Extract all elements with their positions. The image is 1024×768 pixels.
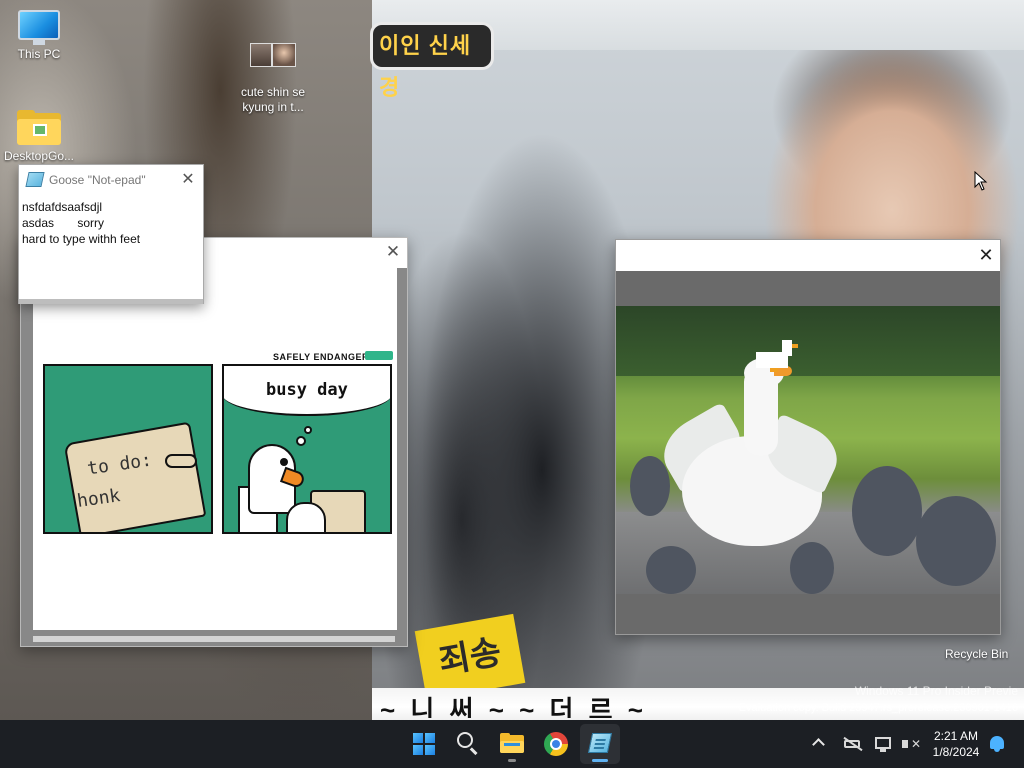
thought-bubble-dot — [304, 426, 312, 434]
clock-time: 2:21 AM — [933, 729, 979, 743]
notification-bell-icon[interactable] — [987, 734, 1007, 754]
pigeon — [790, 542, 834, 594]
wallpaper-subtitle-text: ~ 니 써 ~ ~ 더 르 ~ — [380, 695, 647, 718]
notepad-button[interactable] — [580, 724, 620, 764]
recycle-bin-label[interactable]: Recycle Bin — [945, 647, 1008, 661]
window-titlebar[interactable]: Goose "Not-epad" — [19, 165, 203, 195]
display-icon[interactable] — [874, 734, 894, 754]
windows-logo-icon — [413, 733, 435, 755]
desktop-icon-this-pc[interactable]: This PC — [0, 10, 78, 62]
image-thumbnail-icon — [250, 43, 296, 67]
running-indicator — [508, 759, 516, 762]
thought-text: busy day — [266, 380, 348, 400]
pigeon — [646, 546, 696, 594]
watermark-line-1: Windows 11 Pro Insider Previe — [854, 684, 1018, 698]
goose-photo-window[interactable]: ✕ — [615, 239, 1001, 635]
goose-notepad-window[interactable]: Goose "Not-epad" ✕ nsfdafdsaafsdjl asdas… — [18, 164, 204, 304]
close-icon[interactable]: ✕ — [178, 170, 198, 190]
notepad-line: hard to type withh feet — [22, 232, 141, 246]
notepad-text-area[interactable]: nsfdafdsaafsdjl asdas sorry hard to type… — [22, 199, 200, 247]
pigeon — [916, 496, 996, 586]
close-icon[interactable]: ✕ — [976, 245, 996, 265]
start-button[interactable] — [404, 724, 444, 764]
goose-eye — [280, 458, 288, 466]
thought-bubble-dot — [296, 436, 306, 446]
notepad-icon — [587, 733, 613, 753]
search-icon — [457, 732, 473, 748]
notepad-line: nsfdafdsaafsdjl — [22, 200, 103, 214]
goose-wing — [286, 502, 326, 532]
desktop-icon-label: cute shin se kyung in t... — [240, 85, 306, 114]
window-titlebar[interactable] — [616, 240, 1000, 271]
scroll-curl — [165, 454, 197, 468]
clock-date: 1/8/2024 — [932, 745, 980, 759]
folder-icon — [17, 110, 61, 146]
search-button[interactable] — [448, 724, 488, 764]
todo-scroll — [63, 421, 207, 532]
volume-muted-icon[interactable]: ✕ — [900, 734, 921, 754]
chrome-icon — [544, 732, 568, 756]
network-disconnected-icon[interactable] — [842, 734, 863, 754]
watermark-line-2: Evaluation copy. Build 25947.rs_prerelea… — [738, 702, 1018, 714]
goose-photo — [616, 306, 1000, 594]
comic-panel-1: to do: honk — [43, 364, 213, 534]
pigeon — [630, 456, 670, 516]
taskbar: ✕ 2:21 AM 1/8/2024 — [0, 720, 1024, 768]
pigeon — [852, 466, 922, 556]
monitor-icon — [18, 10, 60, 45]
desktop-icon-label: This PC — [17, 47, 61, 61]
comic-image: SAFELY ENDANGERED to do: honk busy day — [33, 268, 397, 630]
chrome-button[interactable] — [536, 724, 576, 764]
window-title: Goose "Not-epad" — [49, 173, 146, 187]
show-hidden-icons-button[interactable] — [810, 734, 830, 754]
webtoon-badge — [365, 351, 393, 360]
window-bottom-strip — [19, 299, 203, 304]
notepad-icon — [25, 172, 45, 187]
comic-panel-2: busy day — [222, 364, 392, 534]
desktop-goose-sprite[interactable] — [756, 340, 798, 372]
desktop-icon-desktop-goose[interactable]: DesktopGo... — [0, 110, 78, 164]
window-bottom-strip — [33, 636, 395, 642]
desktop-icon-label: DesktopGo... — [3, 149, 75, 163]
active-indicator — [592, 759, 608, 762]
desktop-icon-image-file[interactable]: cute shin se kyung in t... — [234, 28, 312, 115]
folder-icon — [500, 733, 524, 753]
photo-trees — [616, 306, 1000, 376]
system-clock[interactable]: 2:21 AM 1/8/2024 — [926, 728, 986, 760]
chevron-up-icon — [812, 738, 825, 751]
file-explorer-button[interactable] — [492, 724, 532, 764]
close-icon[interactable]: ✕ — [383, 242, 403, 262]
notepad-line: asdas sorry — [22, 216, 105, 230]
wallpaper-name-badge: 이인 신세경 — [370, 22, 494, 100]
